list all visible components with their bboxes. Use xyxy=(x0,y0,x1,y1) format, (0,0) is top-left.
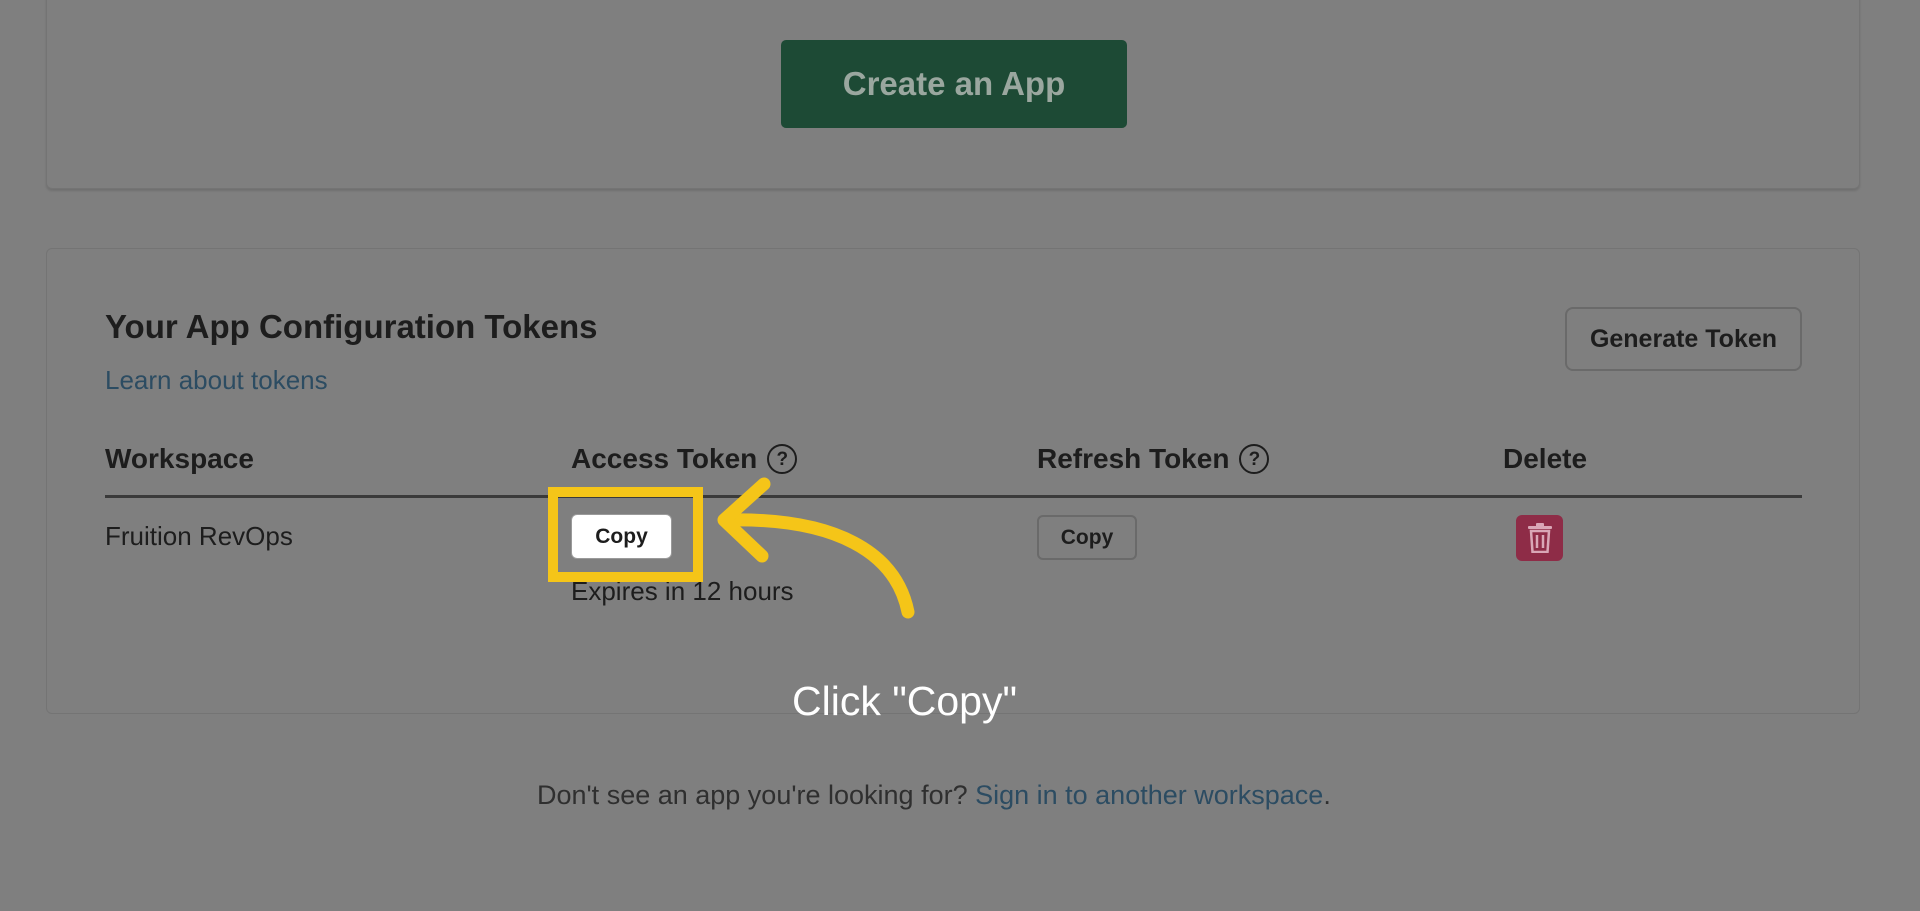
column-header-delete: Delete xyxy=(1503,443,1587,475)
column-header-refresh-token: Refresh Token ? xyxy=(1037,443,1270,475)
column-header-refresh-token-label: Refresh Token xyxy=(1037,443,1230,474)
tokens-title: Your App Configuration Tokens xyxy=(105,308,598,345)
create-app-button[interactable]: Create an App xyxy=(781,40,1127,128)
learn-about-tokens-link[interactable]: Learn about tokens xyxy=(105,365,328,396)
column-header-workspace: Workspace xyxy=(105,443,254,475)
sign-in-another-workspace-link[interactable]: Sign in to another workspace xyxy=(975,780,1323,810)
app-config-page: Create an App Your App Configuration Tok… xyxy=(0,0,1920,911)
workspace-name: Fruition RevOps xyxy=(105,521,293,551)
footer-suffix: . xyxy=(1323,780,1331,810)
question-circle-icon[interactable]: ? xyxy=(1239,444,1270,474)
column-header-workspace-label: Workspace xyxy=(105,443,254,474)
click-copy-instruction: Click "Copy" xyxy=(792,678,1018,724)
copy-highlight-box xyxy=(548,487,703,582)
trash-icon xyxy=(1527,523,1552,553)
footer-text: Don't see an app you're looking for? Sig… xyxy=(537,780,1331,811)
copy-refresh-token-button[interactable]: Copy xyxy=(1037,515,1137,560)
delete-token-button[interactable] xyxy=(1516,515,1563,561)
curved-arrow-icon xyxy=(717,477,915,619)
generate-token-button[interactable]: Generate Token xyxy=(1565,307,1802,371)
column-header-delete-label: Delete xyxy=(1503,443,1588,474)
footer-prefix: Don't see an app you're looking for? xyxy=(537,780,976,810)
table-header-divider xyxy=(105,495,1802,498)
